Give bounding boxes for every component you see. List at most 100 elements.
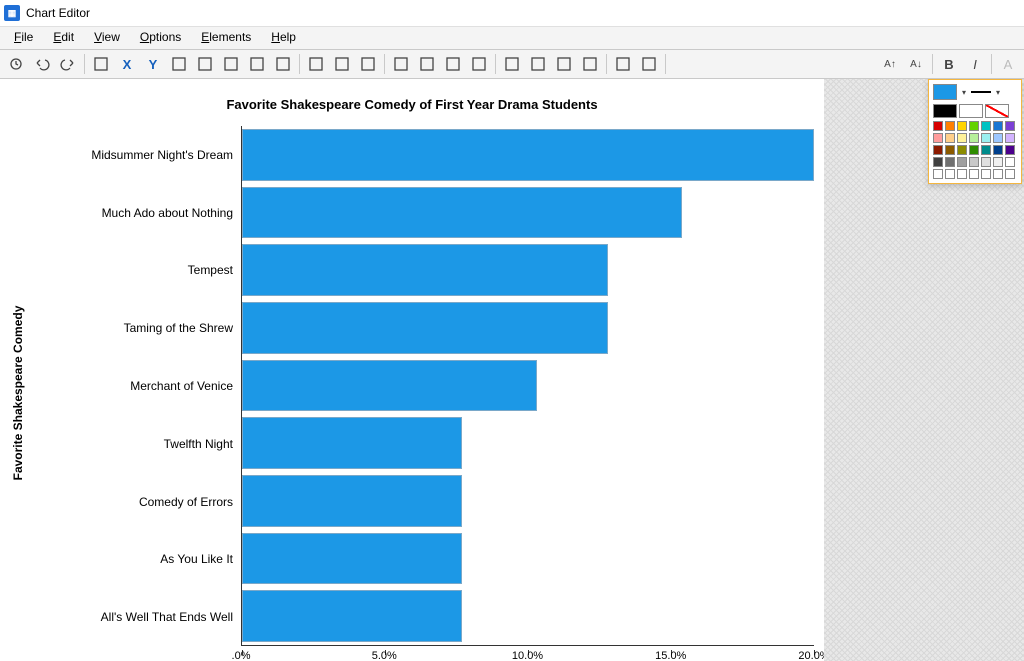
frame2-icon[interactable]: [415, 52, 439, 76]
font-shrink-icon[interactable]: A↓: [904, 52, 928, 76]
toolbar-separator: [932, 54, 933, 74]
category-label[interactable]: Taming of the Shrew: [36, 299, 241, 357]
line-dropdown-icon[interactable]: ▾: [994, 85, 1002, 99]
color-swatch[interactable]: [993, 157, 1003, 167]
chart-title[interactable]: Favorite Shakespeare Comedy of First Yea…: [10, 97, 814, 112]
color-swatch[interactable]: [957, 157, 967, 167]
current-line-style[interactable]: [971, 85, 991, 99]
rotate-icon[interactable]: [271, 52, 295, 76]
color-swatch[interactable]: [933, 121, 943, 131]
axis-left-icon[interactable]: [304, 52, 328, 76]
color-swatch[interactable]: [957, 169, 967, 179]
bar[interactable]: [242, 360, 537, 412]
color-swatch[interactable]: [1005, 169, 1015, 179]
color-swatch[interactable]: [981, 169, 991, 179]
bar[interactable]: [242, 533, 462, 585]
color-swatch[interactable]: [957, 133, 967, 143]
color-swatch[interactable]: [933, 104, 957, 118]
bar[interactable]: [242, 187, 682, 239]
menu-view[interactable]: View: [84, 27, 130, 49]
axis-both-icon[interactable]: [356, 52, 380, 76]
color-swatch[interactable]: [969, 169, 979, 179]
category-label[interactable]: As You Like It: [36, 530, 241, 588]
color-swatch[interactable]: [1005, 121, 1015, 131]
menu-options[interactable]: Options: [130, 27, 191, 49]
grid3d-icon[interactable]: [219, 52, 243, 76]
undo-icon[interactable]: [30, 52, 54, 76]
italic-icon[interactable]: I: [963, 52, 987, 76]
color-swatch[interactable]: [969, 133, 979, 143]
axis-bottom-icon[interactable]: [330, 52, 354, 76]
color-swatch[interactable]: [981, 157, 991, 167]
menu-help[interactable]: Help: [261, 27, 306, 49]
category-label[interactable]: All's Well That Ends Well: [36, 588, 241, 646]
category-label[interactable]: Merchant of Venice: [36, 357, 241, 415]
color-swatch[interactable]: [933, 145, 943, 155]
frame4-icon[interactable]: [467, 52, 491, 76]
color-swatch[interactable]: [993, 121, 1003, 131]
color-swatch[interactable]: [981, 121, 991, 131]
legend-icon[interactable]: [637, 52, 661, 76]
menu-elements[interactable]: Elements: [191, 27, 261, 49]
color-swatch[interactable]: [933, 169, 943, 179]
grid-h-icon[interactable]: [526, 52, 550, 76]
menu-edit[interactable]: Edit: [43, 27, 84, 49]
color-palette-popup[interactable]: ▾ ▾: [928, 79, 1022, 184]
font-grow-icon[interactable]: A↑: [878, 52, 902, 76]
sort-icon[interactable]: [193, 52, 217, 76]
color-swatch[interactable]: [957, 121, 967, 131]
color-swatch[interactable]: [1005, 133, 1015, 143]
color-swatch[interactable]: [945, 133, 955, 143]
transpose-icon[interactable]: [167, 52, 191, 76]
color-swatch[interactable]: [957, 145, 967, 155]
frame3-icon[interactable]: [441, 52, 465, 76]
category-label[interactable]: Much Ado about Nothing: [36, 184, 241, 242]
color-swatch[interactable]: [985, 104, 1009, 118]
grid-dash-icon[interactable]: [578, 52, 602, 76]
color-swatch[interactable]: [945, 157, 955, 167]
category-label[interactable]: Comedy of Errors: [36, 473, 241, 531]
redo-icon[interactable]: [56, 52, 80, 76]
grid-v-icon[interactable]: [500, 52, 524, 76]
color-swatch[interactable]: [945, 145, 955, 155]
undo-history-icon[interactable]: [4, 52, 28, 76]
bold-icon[interactable]: B: [937, 52, 961, 76]
color-swatch[interactable]: [933, 157, 943, 167]
y-axis-label[interactable]: Favorite Shakespeare Comedy: [11, 306, 25, 481]
color-swatch[interactable]: [1005, 145, 1015, 155]
color-swatch[interactable]: [993, 169, 1003, 179]
current-fill-swatch[interactable]: [933, 84, 957, 100]
color-swatch[interactable]: [969, 157, 979, 167]
color-swatch[interactable]: [1005, 157, 1015, 167]
fill-dropdown-icon[interactable]: ▾: [960, 85, 968, 99]
title-bar: ▦ Chart Editor: [0, 0, 1024, 27]
bar[interactable]: [242, 475, 462, 527]
color-swatch[interactable]: [959, 104, 983, 118]
color-swatch[interactable]: [969, 145, 979, 155]
color-swatch[interactable]: [945, 121, 955, 131]
color-swatch[interactable]: [969, 121, 979, 131]
y-axis-icon[interactable]: Y: [141, 52, 165, 76]
chart-canvas[interactable]: Favorite Shakespeare Comedy of First Yea…: [0, 79, 824, 661]
category-label[interactable]: Twelfth Night: [36, 415, 241, 473]
labels-icon[interactable]: [611, 52, 635, 76]
bar[interactable]: [242, 590, 462, 642]
apply-template-icon[interactable]: [89, 52, 113, 76]
x-axis-icon[interactable]: X: [115, 52, 139, 76]
color-swatch[interactable]: [981, 133, 991, 143]
explode-icon[interactable]: [245, 52, 269, 76]
category-label[interactable]: Midsummer Night's Dream: [36, 126, 241, 184]
category-label[interactable]: Tempest: [36, 242, 241, 300]
color-swatch[interactable]: [933, 133, 943, 143]
color-swatch[interactable]: [945, 169, 955, 179]
bar[interactable]: [242, 417, 462, 469]
color-swatch[interactable]: [993, 133, 1003, 143]
bar[interactable]: [242, 244, 608, 296]
frame1-icon[interactable]: [389, 52, 413, 76]
grid-both-icon[interactable]: [552, 52, 576, 76]
color-swatch[interactable]: [981, 145, 991, 155]
bar[interactable]: [242, 302, 608, 354]
color-swatch[interactable]: [993, 145, 1003, 155]
text-color-icon[interactable]: A: [996, 52, 1020, 76]
menu-file[interactable]: File: [4, 27, 43, 49]
